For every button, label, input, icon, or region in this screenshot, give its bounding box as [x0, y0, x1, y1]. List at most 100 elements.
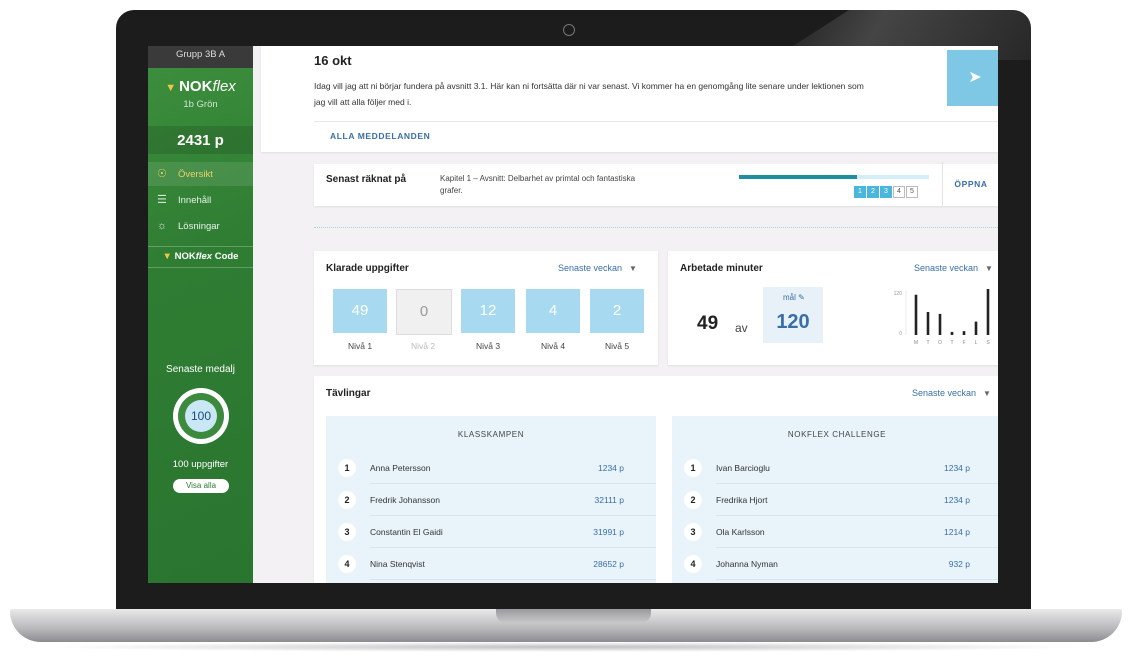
worked-minutes-card: Arbetade minuter Senaste veckan ▼ 49 av m… [668, 251, 998, 365]
x-tick-label: T [950, 340, 953, 346]
divider [314, 121, 998, 122]
all-messages-link[interactable]: ALLA MEDDELANDEN [330, 131, 430, 141]
message-date: 16 okt [314, 53, 352, 68]
rank-badge: 1 [684, 459, 702, 477]
chevron-down-icon: ▼ [629, 264, 637, 273]
nokflex-logo[interactable]: ▼ NOKflex [148, 78, 253, 95]
level-tile[interactable]: 49 [333, 289, 387, 333]
rank-badge: 3 [684, 523, 702, 541]
webcam-icon [563, 24, 575, 36]
player-name: Ivan Barcioglu [716, 463, 770, 473]
leaderboard-row[interactable]: 2 Fredrik Johansson 32111 p [326, 484, 656, 516]
message-card: 16 okt Idag vill jag att ni börjar funde… [261, 46, 998, 152]
player-points: 1234 p [944, 495, 970, 505]
rank-badge: 2 [338, 491, 356, 509]
chart-bar [986, 289, 990, 335]
step-box[interactable]: 5 [906, 186, 918, 198]
chevron-down-icon: ▼ [983, 389, 991, 398]
latest-label: Senast räknat på [326, 174, 407, 185]
level-tile[interactable]: 2 [590, 289, 644, 333]
sidebar-item-losningar[interactable]: ☼ Lösningar [148, 214, 253, 238]
chart-bar [962, 331, 966, 335]
progress-fill [739, 175, 857, 179]
latest-medal-label: Senaste medalj [166, 364, 235, 375]
period-select[interactable]: Senaste veckan ▼ [914, 263, 993, 273]
sidebar-item-label: Lösningar [178, 221, 220, 232]
competitions-card: Tävlingar Senaste veckan ▼ KLASSKAMPEN 1 … [314, 376, 998, 583]
leaderboard-row[interactable]: 2 Fredrika Hjort 1234 p [672, 484, 998, 516]
step-box[interactable]: 1 [854, 186, 866, 198]
player-points: 1234 p [598, 463, 624, 473]
completed-tasks-card: Klarade uppgifter Senaste veckan ▼ 49 0 1… [314, 251, 658, 365]
goal-box[interactable]: mål ✎ 120 [763, 287, 823, 343]
player-name: Fredrika Hjort [716, 495, 768, 505]
minutes-value: 49 [697, 313, 719, 334]
open-button[interactable]: ÖPPNA [942, 162, 998, 206]
x-tick-label: F [962, 340, 965, 346]
player-name: Johanna Nyman [716, 559, 778, 569]
medal-description: 100 uppgifter [172, 459, 229, 470]
leaderboard-row[interactable]: 4 Nina Stenqvist 28652 p [326, 548, 656, 580]
sidebar-item-nokflex-code[interactable]: ▼ NOKflex Code [148, 246, 253, 268]
medal-badge: 100 [173, 388, 229, 444]
rank-badge: 3 [338, 523, 356, 541]
leaderboard-row[interactable]: 1 Anna Petersson 1234 p [326, 452, 656, 484]
card-title: Tävlingar [326, 388, 371, 399]
rank-badge: 4 [338, 555, 356, 573]
chart-bar [914, 294, 918, 335]
player-name: Constantin El Gaidi [370, 527, 443, 537]
leaderboard-row[interactable]: 3 Ola Karlsson 1214 p [672, 516, 998, 548]
player-points: 932 p [948, 559, 970, 569]
chapter-title: Kapitel 1 – Avsnitt: Delbarhet av primta… [440, 174, 636, 195]
sidebar-item-oversikt[interactable]: ☉ Översikt [148, 162, 253, 186]
minutes-of-label: av [735, 321, 748, 335]
league-nokflex-challenge: NOKFLEX CHALLENGE 1 Ivan Barcioglu 1234 … [672, 416, 998, 583]
list-icon: ☰ [157, 194, 167, 206]
step-box[interactable]: 3 [880, 186, 892, 198]
goal-label: mål [783, 293, 796, 302]
y-tick-label: 120 [894, 291, 903, 297]
medal-value: 100 [185, 400, 217, 432]
rank-badge: 4 [684, 555, 702, 573]
level-tile[interactable]: 12 [461, 289, 515, 333]
leaderboard-row[interactable]: 1 Ivan Barcioglu 1234 p [672, 452, 998, 484]
progress-bar [739, 175, 929, 179]
lightbulb-icon: ☼ [157, 220, 168, 232]
step-box[interactable]: 4 [893, 186, 905, 198]
level-tile[interactable]: 4 [526, 289, 580, 333]
player-name: Nina Stenqvist [370, 559, 425, 569]
leaderboard-row[interactable]: 4 Johanna Nyman 932 p [672, 548, 998, 580]
laptop-shadow [40, 642, 1092, 652]
step-box[interactable]: 2 [867, 186, 879, 198]
rank-badge: 2 [684, 491, 702, 509]
sidebar-item-label: Översikt [178, 169, 213, 180]
player-name: Ola Karlsson [716, 527, 765, 537]
leaderboard-row[interactable]: 3 Constantin El Gaidi 31991 p [326, 516, 656, 548]
level-tile[interactable]: 0 [396, 289, 452, 335]
x-tick-label: S [986, 340, 990, 346]
weekly-minutes-chart: 120 0 M T O T F L S [894, 289, 990, 346]
level-label: Nivå 5 [604, 341, 630, 351]
chart-bar [938, 313, 942, 335]
sidebar-item-innehall[interactable]: ☰ Innehåll [148, 188, 253, 212]
league-klasskampen: KLASSKAMPEN 1 Anna Petersson 1234 p 2 Fr… [326, 416, 656, 583]
x-tick-label: M [914, 340, 918, 346]
x-tick-label: T [926, 340, 929, 346]
group-selector[interactable]: Grupp 3B A [148, 46, 253, 68]
step-indicators: 12345 [854, 186, 919, 198]
megaphone-icon: ➤ [947, 50, 998, 106]
section-divider [314, 227, 998, 228]
laptop-notch [496, 609, 651, 623]
card-title: Arbetade minuter [680, 263, 763, 274]
period-select[interactable]: Senaste veckan ▼ [912, 388, 991, 398]
latest-worked-card: Senast räknat på Kapitel 1 – Avsnitt: De… [314, 162, 998, 206]
player-points: 28652 p [593, 559, 624, 569]
pencil-icon[interactable]: ✎ [798, 293, 805, 302]
player-name: Anna Petersson [370, 463, 431, 473]
show-all-button[interactable]: Visa alla [173, 479, 229, 493]
chevron-down-icon: ▼ [985, 264, 993, 273]
sidebar: Grupp 3B A ▼ NOKflex 1b Grön 2431 p ☉ Över… [148, 46, 253, 583]
period-select[interactable]: Senaste veckan ▼ [558, 263, 637, 273]
player-points: 1214 p [944, 527, 970, 537]
rank-badge: 1 [338, 459, 356, 477]
